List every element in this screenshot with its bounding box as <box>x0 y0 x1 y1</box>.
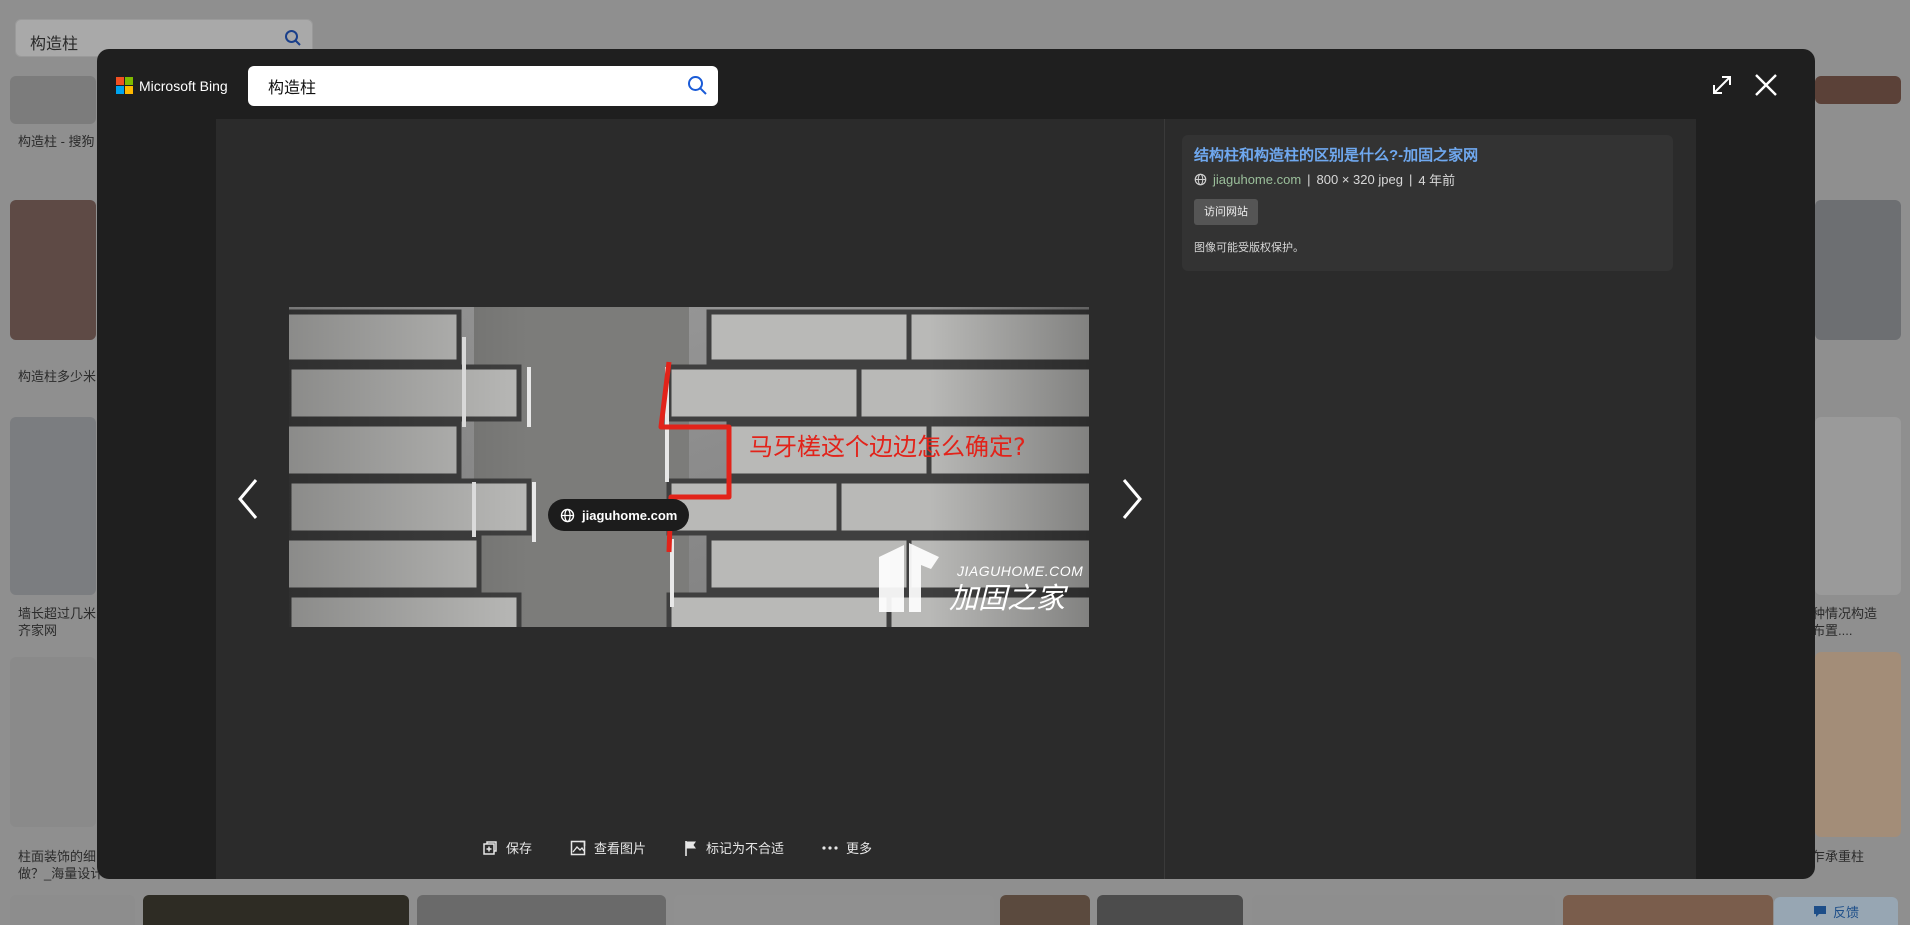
meta-separator: | <box>1408 172 1413 187</box>
background-image-tile <box>1815 417 1901 595</box>
background-image-tile <box>1815 76 1901 104</box>
image-info-panel: 结构柱和构造柱的区别是什么?-加固之家网 jiaguhome.com | 800… <box>1164 119 1696 879</box>
feedback-button[interactable]: 反馈 <box>1774 897 1898 925</box>
viewer-search-box <box>248 66 718 106</box>
background-caption: 乍承重柱 <box>1812 849 1865 864</box>
image-info-card: 结构柱和构造柱的区别是什么?-加固之家网 jiaguhome.com | 800… <box>1182 135 1673 271</box>
image-age: 4 年前 <box>1418 173 1456 188</box>
logo-square-blue <box>116 86 124 94</box>
expand-icon[interactable] <box>1708 71 1736 99</box>
close-icon[interactable] <box>1752 71 1780 99</box>
previous-image-arrow-icon[interactable] <box>234 474 264 524</box>
image-action-bar: 保存 查看图片 标记为不合适 更多 <box>482 838 872 857</box>
background-image-tile <box>1815 652 1901 837</box>
watermark-brand-text: 加固之家 <box>949 581 1066 615</box>
source-page-title-link[interactable]: 结构柱和构造柱的区别是什么?-加固之家网 <box>1194 146 1661 166</box>
background-image-tile <box>10 417 96 595</box>
logo-square-green <box>125 77 133 85</box>
chat-icon <box>1813 905 1826 917</box>
background-image-tile <box>10 895 135 925</box>
more-dots-icon <box>822 845 838 850</box>
background-caption: 柱面装饰的细 <box>18 849 97 864</box>
flag-icon <box>685 840 697 856</box>
viewer-header: Microsoft Bing <box>97 49 1815 119</box>
save-button[interactable]: 保存 <box>482 838 532 857</box>
save-collection-icon <box>483 840 497 855</box>
background-image-tile <box>1563 895 1773 925</box>
background-image-tile <box>1815 200 1901 340</box>
more-label: 更多 <box>846 841 873 856</box>
search-icon[interactable] <box>687 75 708 96</box>
background-caption: 布置.... <box>1812 623 1853 638</box>
background-caption: 种情况构造 <box>1812 606 1878 621</box>
background-image-tile <box>143 895 409 925</box>
feedback-label: 反馈 <box>1832 904 1859 920</box>
source-domain[interactable]: jiaguhome.com <box>1213 172 1301 187</box>
copyright-notice: 图像可能受版权保护。 <box>1194 242 1304 254</box>
image-source-text: jiaguhome.com <box>582 507 678 523</box>
save-label: 保存 <box>506 841 533 856</box>
image-annotation-text: 马牙槎这个边边怎么确定? <box>749 433 1026 461</box>
view-image-button[interactable]: 查看图片 <box>570 838 646 857</box>
background-search-text: 构造柱 <box>30 36 79 53</box>
background-image-tile <box>417 895 666 925</box>
visit-site-button[interactable]: 访问网站 <box>1194 199 1258 225</box>
background-image-tile <box>1097 895 1243 925</box>
background-image-tile <box>1000 895 1090 925</box>
image-icon <box>570 840 586 855</box>
main-image[interactable]: 马牙槎这个边边怎么确定? JIAGUHOME.COM 加固之家 <box>289 307 1089 627</box>
globe-icon <box>560 508 575 522</box>
background-image-tile <box>10 657 96 827</box>
more-button[interactable]: 更多 <box>822 838 872 857</box>
background-caption: 齐家网 <box>18 623 58 638</box>
image-dimensions: 800 × 320 jpeg <box>1316 172 1403 187</box>
background-image-tile <box>10 76 96 124</box>
flag-inappropriate-button[interactable]: 标记为不合适 <box>684 838 784 857</box>
image-meta-row: jiaguhome.com | 800 × 320 jpeg | 4 年前 <box>1194 170 1661 189</box>
view-image-label: 查看图片 <box>594 841 647 856</box>
meta-separator: | <box>1307 172 1311 187</box>
next-image-arrow-icon[interactable] <box>1116 474 1146 524</box>
microsoft-logo-icon <box>116 77 133 94</box>
background-image-tile <box>674 895 994 925</box>
logo-text: Microsoft Bing <box>139 77 228 94</box>
background-caption: 做？_海量设计 <box>18 866 104 881</box>
image-viewer-modal: Microsoft Bing 构造柱 马牙槎这个边边怎么确定? JIAGUHOM… <box>97 49 1815 879</box>
background-image-tile <box>1252 895 1555 925</box>
globe-icon <box>1194 173 1207 186</box>
image-source-pill[interactable]: jiaguhome.com <box>548 499 690 531</box>
bing-logo[interactable]: Microsoft Bing <box>116 77 228 94</box>
logo-square-yellow <box>125 86 133 94</box>
search-icon <box>285 30 301 46</box>
logo-square-red <box>116 77 124 85</box>
background-caption: 墙长超过几米 <box>18 606 97 621</box>
viewer-search-input[interactable] <box>248 66 668 106</box>
flag-label: 标记为不合适 <box>706 841 785 856</box>
image-stage: 马牙槎这个边边怎么确定? JIAGUHOME.COM 加固之家 jiaguhom… <box>216 119 1164 879</box>
background-image-tile <box>10 200 96 340</box>
background-caption: 构造柱多少米 <box>18 369 97 384</box>
background-caption: 构造柱 - 搜狗 <box>18 134 95 149</box>
